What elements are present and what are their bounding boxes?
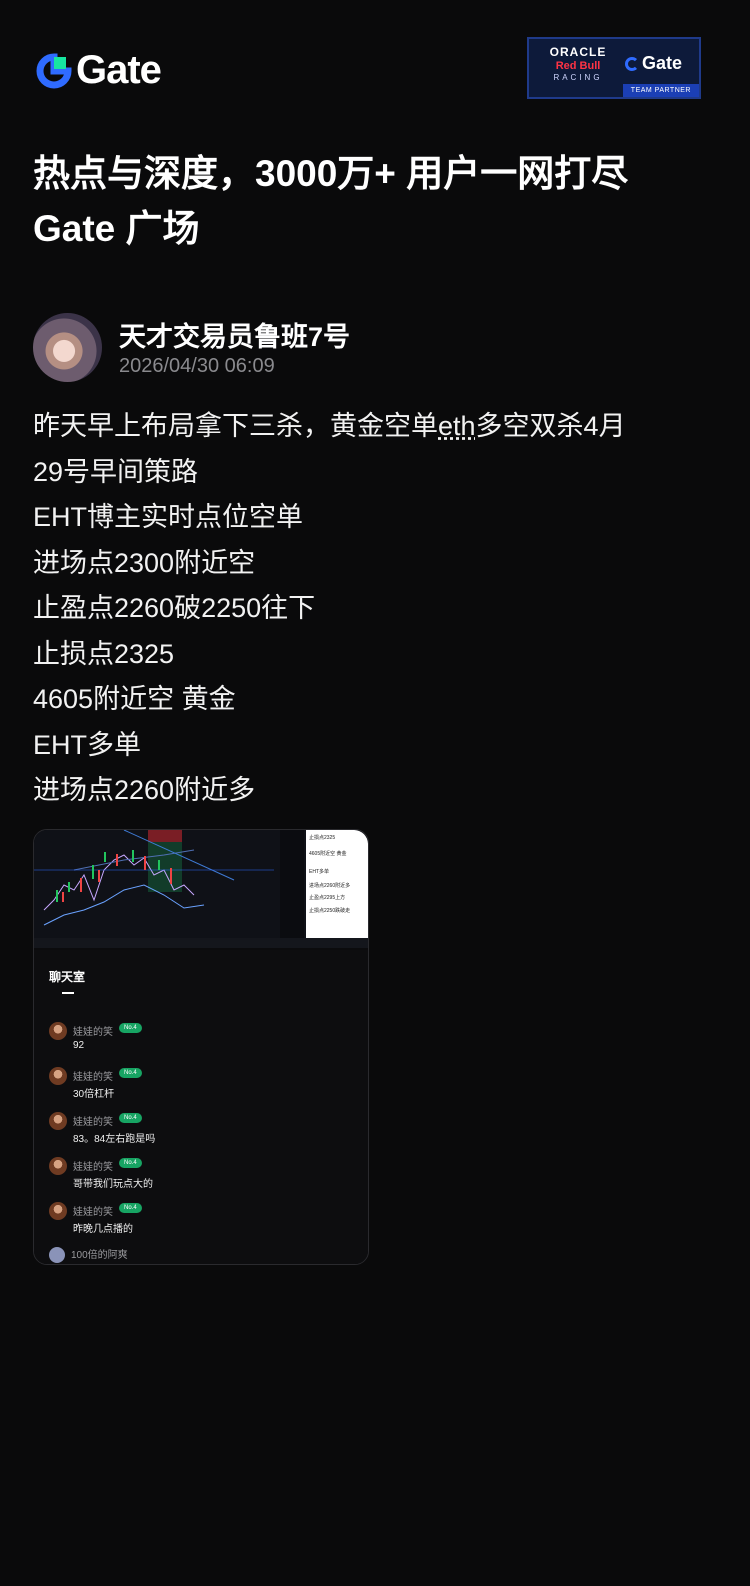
chat-username: 娃娃的笑 xyxy=(73,1117,113,1128)
post-body: 昨天早上布局拿下三杀，黄金空单eth多空双杀4月 29号早间策路 EHT博主实时… xyxy=(33,404,723,814)
chat-room-title: 聊天室 xyxy=(49,970,86,984)
headline-line2: Gate 广场 xyxy=(33,208,200,249)
post-line: 4605附近空 黄金 xyxy=(33,684,236,714)
note-item: 止损点2325 xyxy=(309,835,336,841)
partner-oracle-text: ORACLE xyxy=(549,45,607,59)
trading-chart-thumbnail: 止损点2325 4605附近空 黄金 EHT多单 进场点2260附近多 止盈点2… xyxy=(34,830,368,948)
eth-link[interactable]: eth xyxy=(438,411,476,441)
avatar[interactable] xyxy=(33,313,102,382)
author-name[interactable]: 天才交易员鲁班7号 xyxy=(119,315,350,354)
level-badge: No.4 xyxy=(119,1158,142,1168)
post-line: 29号早间策路 xyxy=(33,456,199,487)
chat-username: 娃娃的笑 xyxy=(73,1162,113,1173)
gate-small-icon xyxy=(625,56,639,71)
chat-text: 昨晚几点播的 xyxy=(73,1224,133,1235)
chat-avatar xyxy=(49,1247,65,1264)
post-line: 止损点2325 xyxy=(33,638,175,669)
chat-username: 娃娃的笑 xyxy=(73,1207,113,1218)
tab-underline xyxy=(62,992,74,994)
chat-text: 30倍杠杆 xyxy=(73,1089,115,1100)
team-partner-tag: TEAM PARTNER xyxy=(622,84,699,97)
note-item: 止盈点2295上方 xyxy=(309,895,346,901)
chat-room-panel: 聊天室 娃娃的笑 No.4 92 娃娃的笑 No.4 30倍杠杆 娃娃的笑 No… xyxy=(34,950,368,1264)
partner-gate-text: Gate xyxy=(642,53,683,73)
chat-avatar xyxy=(49,1022,67,1040)
post-line: EHT多单 xyxy=(33,729,141,760)
chat-text: 92 xyxy=(73,1040,85,1051)
post-text: 多空双杀4月 xyxy=(475,411,626,441)
header: Gate ORACLE Red Bull RACING Gate TEAM PA… xyxy=(0,0,750,140)
chat-message: 娃娃的笑 No.4 哥带我们玩点大的 xyxy=(49,1157,349,1197)
post-line: 昨天早上布局拿下三杀，黄金空单eth多空双杀4月 xyxy=(33,404,723,450)
level-badge: No.4 xyxy=(119,1113,142,1123)
chat-message-partial: 100倍的阿爽 xyxy=(49,1246,128,1264)
partner-racing-text: RACING xyxy=(553,73,603,82)
note-item: 进场点2260附近多 xyxy=(309,883,351,889)
post-line: 止盈点2260破2250往下 xyxy=(33,593,316,623)
post-line: 进场点2260附近多 xyxy=(33,775,256,805)
level-badge: No.4 xyxy=(119,1203,142,1213)
post-author[interactable]: 天才交易员鲁班7号 2026/04/30 06:09 xyxy=(33,313,723,383)
chat-username: 娃娃的笑 xyxy=(73,1072,113,1083)
partner-gate: Gate xyxy=(625,53,682,74)
chat-message: 娃娃的笑 No.4 昨晚几点播的 xyxy=(49,1202,349,1242)
note-item: EHT多单 xyxy=(309,869,330,875)
chat-avatar xyxy=(49,1202,67,1220)
level-badge: No.4 xyxy=(119,1068,142,1078)
chat-message: 娃娃的笑 No.4 83。84左右跑是吗 xyxy=(49,1112,349,1152)
post-line: 进场点2300附近空 xyxy=(33,547,256,578)
strategy-notes-overlay: 止损点2325 4605附近空 黄金 EHT多单 进场点2260附近多 止盈点2… xyxy=(306,830,368,938)
headline-line1: 热点与深度，3000万+ 用户一网打尽 xyxy=(33,153,629,194)
chat-avatar xyxy=(49,1157,67,1175)
chat-avatar xyxy=(49,1067,67,1085)
chat-message: 娃娃的笑 No.4 92 xyxy=(49,1022,349,1062)
post-timestamp: 2026/04/30 06:09 xyxy=(119,355,275,377)
chat-text: 83。84左右跑是吗 xyxy=(73,1134,156,1145)
post-text: 昨天早上布局拿下三杀，黄金空单 xyxy=(33,411,438,441)
note-item: 4605附近空 黄金 xyxy=(309,851,347,857)
page-headline: 热点与深度，3000万+ 用户一网打尽 Gate 广场 xyxy=(33,146,723,256)
chat-username: 娃娃的笑 xyxy=(73,1027,113,1038)
gate-logo[interactable]: Gate xyxy=(36,48,162,93)
partner-redbull-text: Red Bull xyxy=(555,60,601,72)
gate-logo-icon xyxy=(36,52,72,89)
level-badge: No.4 xyxy=(119,1023,142,1033)
chat-avatar xyxy=(49,1112,67,1130)
partner-badge: ORACLE Red Bull RACING Gate TEAM PARTNER xyxy=(527,37,701,99)
chat-message: 娃娃的笑 No.4 30倍杠杆 xyxy=(49,1067,349,1107)
post-image[interactable]: 止损点2325 4605附近空 黄金 EHT多单 进场点2260附近多 止盈点2… xyxy=(33,829,369,1265)
chat-username: 100倍的阿爽 xyxy=(71,1250,128,1261)
chat-text: 哥带我们玩点大的 xyxy=(73,1179,153,1190)
note-item: 止损点2250跌破走 xyxy=(309,908,351,914)
gate-logo-text: Gate xyxy=(76,48,162,92)
post-line: EHT博主实时点位空单 xyxy=(33,502,303,532)
